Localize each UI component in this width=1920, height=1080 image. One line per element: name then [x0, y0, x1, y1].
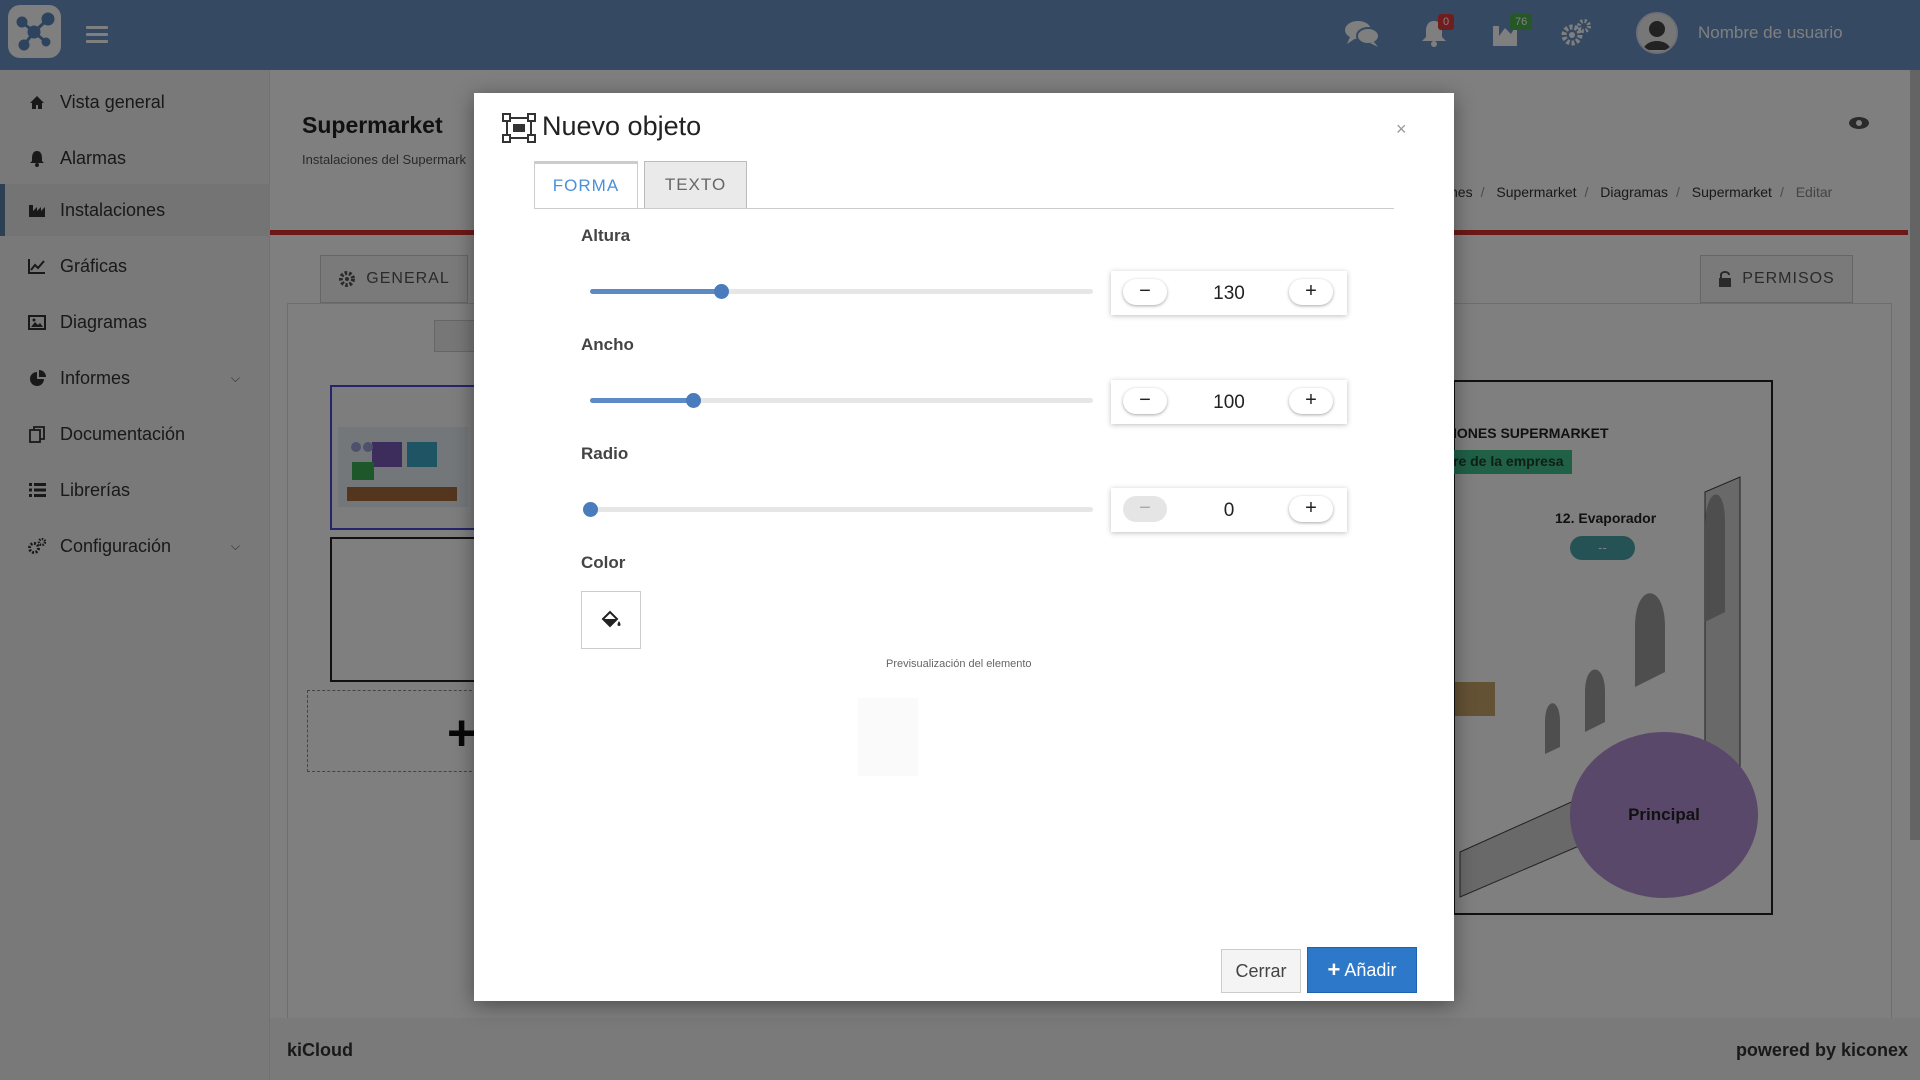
color-label: Color [581, 553, 626, 572]
ancho-slider[interactable] [590, 393, 1093, 408]
decrement-button[interactable]: − [1123, 279, 1167, 305]
altura-label: Altura [581, 226, 631, 245]
radio-slider[interactable] [583, 502, 1093, 517]
add-button[interactable]: + Añadir [1307, 947, 1417, 993]
altura-value[interactable]: 130 [1171, 283, 1287, 305]
increment-button[interactable]: + [1289, 279, 1333, 305]
slider-fill [590, 289, 721, 294]
slider-fill [590, 398, 694, 403]
tab-label: FORMA [552, 176, 620, 195]
color-picker-button[interactable] [581, 591, 641, 649]
slider-handle[interactable] [686, 393, 702, 408]
preview-label: Previsualización del elemento [886, 658, 1032, 670]
add-button-label: Añadir [1344, 959, 1397, 980]
ancho-stepper: − 100 + [1111, 380, 1347, 424]
increment-button[interactable]: + [1289, 496, 1333, 522]
tab-texto[interactable]: TEXTO [644, 161, 747, 209]
increment-button[interactable]: + [1289, 388, 1333, 414]
slider-handle[interactable] [713, 284, 729, 299]
ancho-label: Ancho [581, 335, 634, 354]
close-button[interactable]: Cerrar [1221, 949, 1301, 993]
tab-label: TEXTO [664, 175, 727, 194]
radio-value[interactable]: 0 [1171, 500, 1287, 522]
slider-handle[interactable] [583, 502, 598, 517]
tab-forma[interactable]: FORMA [534, 161, 638, 209]
paint-bucket-icon [601, 610, 621, 628]
decrement-button[interactable]: − [1123, 388, 1167, 414]
tab-divider [534, 208, 1394, 209]
ancho-value[interactable]: 100 [1171, 392, 1287, 414]
object-frame-icon [502, 113, 536, 148]
radio-stepper: − 0 + [1111, 488, 1347, 532]
altura-stepper: − 130 + [1111, 271, 1347, 315]
altura-slider[interactable] [590, 284, 1093, 299]
radio-label: Radio [581, 444, 629, 463]
plus-icon: + [1327, 957, 1341, 982]
element-preview [858, 698, 918, 776]
decrement-button[interactable]: − [1123, 496, 1167, 522]
close-icon[interactable]: × [1396, 119, 1407, 140]
modal-title: Nuevo objeto [542, 111, 702, 141]
new-object-modal: Nuevo objeto × FORMA TEXTO Altura − 130 … [474, 93, 1454, 1001]
